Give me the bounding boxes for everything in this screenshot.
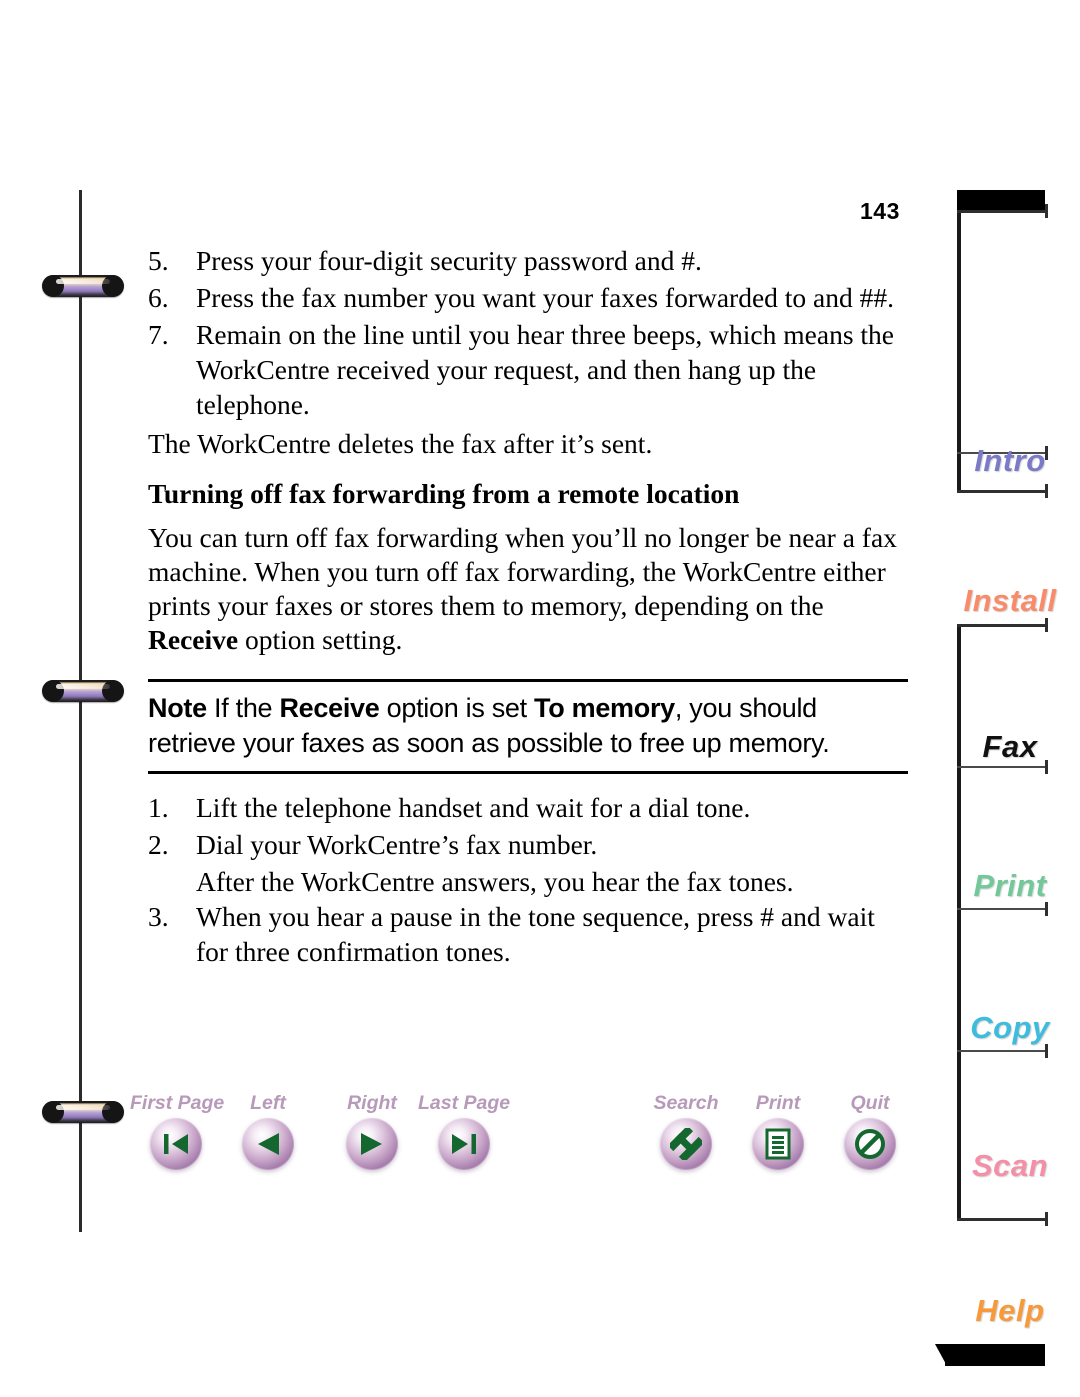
list-item: 2. Dial your WorkCentre’s fax number. <box>148 827 908 862</box>
tab-help[interactable]: Help <box>960 1293 1060 1329</box>
note-text: Note If the Receive option is set To mem… <box>148 691 908 761</box>
list-item: 7. Remain on the line until you hear thr… <box>148 317 908 422</box>
lower-step-list-part-1: 1. Lift the telephone handset and wait f… <box>148 790 908 862</box>
upper-step-list: 5. Press your four-digit security passwo… <box>148 243 908 422</box>
page-content: 5. Press your four-digit security passwo… <box>148 243 908 971</box>
tab-strip: Intro Install Fax Print Copy Scan Help <box>930 188 1080 1366</box>
list-item-text: Dial your WorkCentre’s fax number. <box>196 829 598 860</box>
tab-divider <box>957 1044 1048 1058</box>
tab-divider <box>957 1212 1048 1226</box>
list-item-number: 7. <box>148 319 169 350</box>
next-page-label: Right <box>347 1092 397 1114</box>
tab-scan[interactable]: Scan <box>960 1148 1060 1184</box>
tab-intro[interactable]: Intro <box>960 443 1060 479</box>
search-icon[interactable] <box>660 1118 712 1170</box>
note-callout: Note If the Receive option is set To mem… <box>148 679 908 774</box>
note-part-1: If the <box>206 693 280 723</box>
tab-strip-top-cap <box>957 190 1045 212</box>
list-item-number: 3. <box>148 901 169 932</box>
list-item-text: Press the fax number you want your faxes… <box>196 282 895 313</box>
tab-print[interactable]: Print <box>960 868 1060 904</box>
binder-spine <box>79 190 82 1232</box>
paragraph-text-before: You can turn off fax forwarding when you… <box>148 522 897 621</box>
binder-ring-highlight <box>56 1105 110 1110</box>
first-page-label: First Page <box>130 1092 225 1114</box>
list-item-number: 5. <box>148 245 169 276</box>
tab-group-lower <box>957 624 1049 1220</box>
paragraph-bold-term: Receive <box>148 624 239 655</box>
lower-note-text: After the WorkCentre answers, you hear t… <box>196 866 794 897</box>
print-button[interactable]: Print <box>732 1092 824 1170</box>
manual-page: 143 5. Press your four-digit security pa… <box>0 0 1080 1397</box>
lower-step-list: 1. Lift the telephone handset and wait f… <box>148 790 908 969</box>
previous-page-label: Left <box>250 1092 286 1114</box>
list-item-text: Press your four-digit security password … <box>196 245 702 276</box>
binder-ring-highlight <box>56 279 110 284</box>
tab-divider <box>957 484 1048 498</box>
tab-divider <box>957 760 1048 774</box>
navigation-bar: First Page Left Right Last Page Search P… <box>130 1092 920 1192</box>
quit-button[interactable]: Quit <box>824 1092 916 1170</box>
after-steps-text: The WorkCentre deletes the fax after it’… <box>148 428 653 459</box>
binder-ring <box>42 680 124 702</box>
first-page-icon[interactable] <box>150 1118 202 1170</box>
section-heading: Turning off fax forwarding from a remote… <box>148 478 740 509</box>
next-page-icon[interactable] <box>346 1118 398 1170</box>
search-label: Search <box>653 1092 719 1114</box>
paragraph-text-after: option setting. <box>238 624 403 655</box>
note-bold-to-memory: To memory <box>534 693 675 723</box>
tab-install[interactable]: Install <box>960 583 1060 619</box>
list-item-text: Remain on the line until you hear three … <box>196 319 894 420</box>
print-label: Print <box>755 1092 801 1114</box>
search-button[interactable]: Search <box>640 1092 732 1170</box>
last-page-label: Last Page <box>418 1092 511 1114</box>
list-item-text: When you hear a pause in the tone sequen… <box>196 901 875 967</box>
next-page-button[interactable]: Right <box>326 1092 418 1170</box>
list-item-number: 6. <box>148 282 169 313</box>
tab-strip-bottom-cap <box>935 1344 1045 1366</box>
list-item: 6. Press the fax number you want your fa… <box>148 280 908 315</box>
binder-ring-highlight <box>56 684 110 689</box>
tab-copy[interactable]: Copy <box>960 1010 1060 1046</box>
list-item: 3. When you hear a pause in the tone seq… <box>148 899 908 969</box>
list-item: 1. Lift the telephone handset and wait f… <box>148 790 908 825</box>
quit-label: Quit <box>850 1092 890 1114</box>
body-paragraph: You can turn off fax forwarding when you… <box>148 521 908 657</box>
print-icon[interactable] <box>752 1118 804 1170</box>
first-page-button[interactable]: First Page <box>130 1092 225 1170</box>
previous-page-button[interactable]: Left <box>222 1092 314 1170</box>
tab-divider <box>957 618 1048 632</box>
lower-step-list-part-2: 3. When you hear a pause in the tone seq… <box>148 899 908 969</box>
quit-icon[interactable] <box>844 1118 896 1170</box>
binder-ring <box>42 275 124 297</box>
last-page-icon[interactable] <box>438 1118 490 1170</box>
tab-divider <box>957 902 1048 916</box>
binder-ring <box>42 1101 124 1123</box>
note-bold-receive: Receive <box>279 693 380 723</box>
note-part-2: option is set <box>379 693 535 723</box>
list-item-number: 2. <box>148 829 169 860</box>
last-page-button[interactable]: Last Page <box>418 1092 510 1170</box>
list-item-number: 1. <box>148 792 169 823</box>
previous-page-icon[interactable] <box>242 1118 294 1170</box>
list-item-text: Lift the telephone handset and wait for … <box>196 792 751 823</box>
list-item: 5. Press your four-digit security passwo… <box>148 243 908 278</box>
note-label: Note <box>148 693 207 723</box>
page-number: 143 <box>860 198 900 224</box>
tab-divider <box>957 204 1048 218</box>
